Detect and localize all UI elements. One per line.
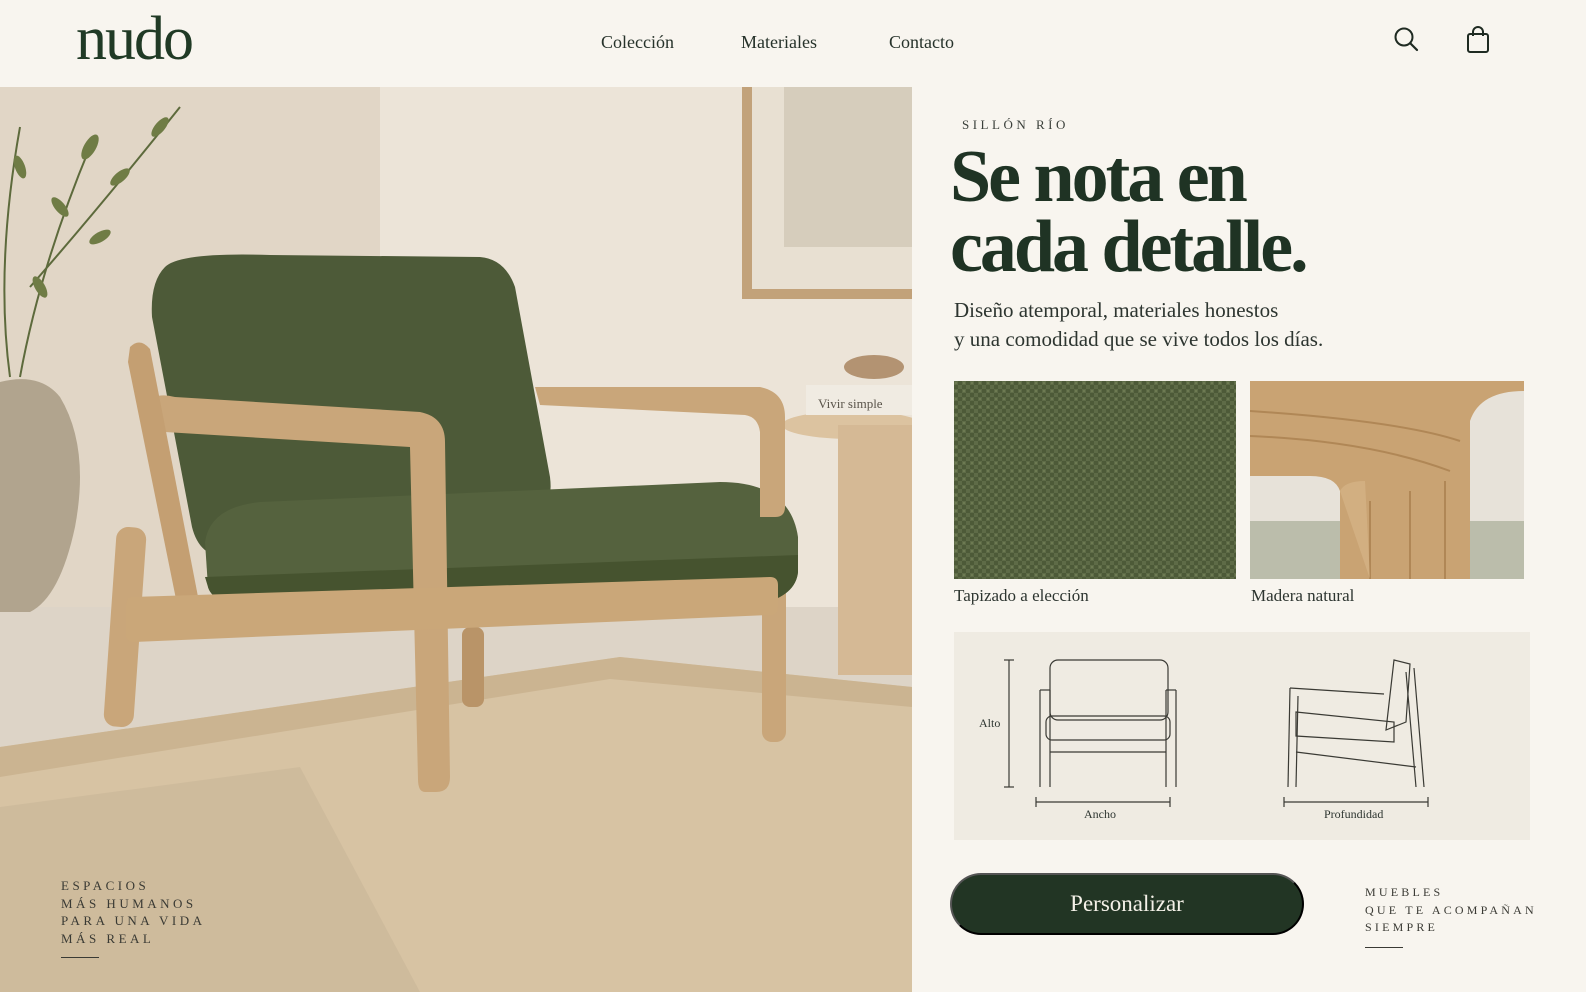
- description-line: Diseño atemporal, materiales honestos: [954, 298, 1279, 322]
- nav-link-contacto[interactable]: Contacto: [889, 32, 954, 53]
- site-header: nudo Colección Materiales Contacto: [0, 0, 1586, 87]
- nav-link-materiales[interactable]: Materiales: [741, 32, 817, 53]
- nav-link-coleccion[interactable]: Colección: [601, 32, 674, 53]
- brand-statement-line: QUE TE ACOMPAÑAN: [1365, 902, 1537, 917]
- statement-rule: [1365, 946, 1403, 948]
- description-line: y una comodidad que se vive todos los dí…: [954, 327, 1324, 351]
- material-label: Tapizado a elección: [954, 586, 1089, 605]
- product-headline: Se nota en cada detalle.: [950, 136, 1309, 288]
- armchair-scene-illustration: Vivir simple: [0, 87, 912, 992]
- headline-line: Se nota en: [950, 136, 1248, 218]
- brand-statement-line: MUEBLES: [1365, 885, 1444, 899]
- hero-image: Vivir simple ESPACIOS MÁS HUMANOS PARA U…: [0, 87, 912, 992]
- hero-tagline-line: MÁS HUMANOS: [61, 895, 197, 911]
- brand-statement: MUEBLES QUE TE ACOMPAÑAN SIEMPRE: [1365, 884, 1537, 948]
- headline-line: cada detalle.: [950, 206, 1309, 288]
- dimension-depth-label: Profundidad: [1324, 807, 1384, 821]
- brand-logo[interactable]: nudo: [76, 4, 194, 75]
- search-icon[interactable]: [1391, 24, 1423, 56]
- hero-tagline-line: ESPACIOS: [61, 878, 150, 893]
- upholstery-swatch-image[interactable]: [954, 381, 1236, 579]
- shopping-bag-icon[interactable]: [1462, 24, 1494, 56]
- material-label: Madera natural: [1251, 586, 1355, 605]
- brand-statement-line: SIEMPRE: [1365, 920, 1439, 934]
- product-description: Diseño atemporal, materiales honestos y …: [954, 296, 1323, 354]
- tagline-rule: [61, 957, 99, 958]
- personalize-button[interactable]: Personalizar: [950, 873, 1304, 935]
- product-panel: SILLÓN RÍO Se nota en cada detalle. Dise…: [912, 87, 1586, 992]
- dimension-height-label: Alto: [979, 716, 1001, 730]
- hero-tagline-line: MÁS REAL: [61, 930, 155, 946]
- hero-tagline-line: PARA UNA VIDA: [61, 913, 206, 928]
- product-eyebrow: SILLÓN RÍO: [962, 117, 1069, 132]
- wood-swatch-image[interactable]: [1250, 381, 1524, 579]
- book-title: Vivir simple: [818, 396, 883, 411]
- dimensions-diagram: Alto Ancho Profundidad: [954, 632, 1530, 840]
- dimension-width-label: Ancho: [1084, 807, 1116, 821]
- armchair-line-drawings: [1004, 659, 1429, 807]
- hero-tagline: ESPACIOS MÁS HUMANOS PARA UNA VIDA MÁS R…: [61, 877, 205, 958]
